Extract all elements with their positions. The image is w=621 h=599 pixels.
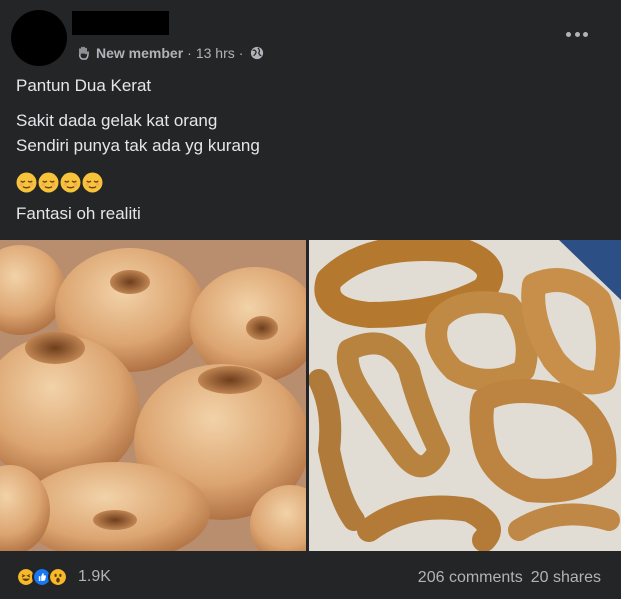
globe-icon[interactable] bbox=[250, 46, 264, 60]
post-time[interactable]: 13 hrs bbox=[196, 45, 235, 61]
avatar[interactable] bbox=[11, 10, 67, 66]
meta-separator: · bbox=[238, 45, 244, 61]
reaction-count: 1.9K bbox=[78, 568, 111, 585]
relieved-face-icon bbox=[60, 172, 81, 193]
post-line: Fantasi oh realiti bbox=[16, 204, 141, 223]
post-line: Sendiri punya tak ada yg kurang bbox=[16, 136, 260, 155]
post-line-title: Pantun Dua Kerat bbox=[16, 76, 152, 95]
dot-icon bbox=[566, 31, 571, 37]
meta-separator: · bbox=[187, 45, 192, 61]
photo-fried-doughnuts[interactable] bbox=[309, 240, 621, 551]
author-name-redacted[interactable] bbox=[72, 11, 169, 35]
post-footer: 1.9K 206 comments 20 shares bbox=[0, 560, 621, 598]
relieved-face-icon bbox=[82, 172, 103, 193]
post-header: New member · 13 hrs · bbox=[0, 0, 621, 70]
post-line: Sakit dada gelak kat orang bbox=[16, 111, 218, 130]
engagement-stats: 206 comments 20 shares bbox=[418, 569, 601, 587]
waving-hand-icon bbox=[79, 46, 89, 60]
more-options-button[interactable] bbox=[560, 24, 594, 44]
emoji-row bbox=[16, 172, 103, 193]
shares-count-link[interactable]: 20 shares bbox=[531, 569, 601, 587]
comments-count-link[interactable]: 206 comments bbox=[418, 569, 523, 587]
reactions-summary[interactable]: 1.9K bbox=[16, 567, 111, 587]
relieved-face-icon bbox=[38, 172, 59, 193]
relieved-face-icon bbox=[16, 172, 37, 193]
wow-icon bbox=[48, 567, 68, 587]
post-meta: New member · 13 hrs · bbox=[76, 44, 264, 62]
dot-icon bbox=[583, 31, 588, 37]
dot-icon bbox=[574, 31, 580, 37]
new-member-badge[interactable]: New member bbox=[96, 45, 183, 61]
photo-sugared-doughnuts[interactable] bbox=[0, 240, 306, 551]
